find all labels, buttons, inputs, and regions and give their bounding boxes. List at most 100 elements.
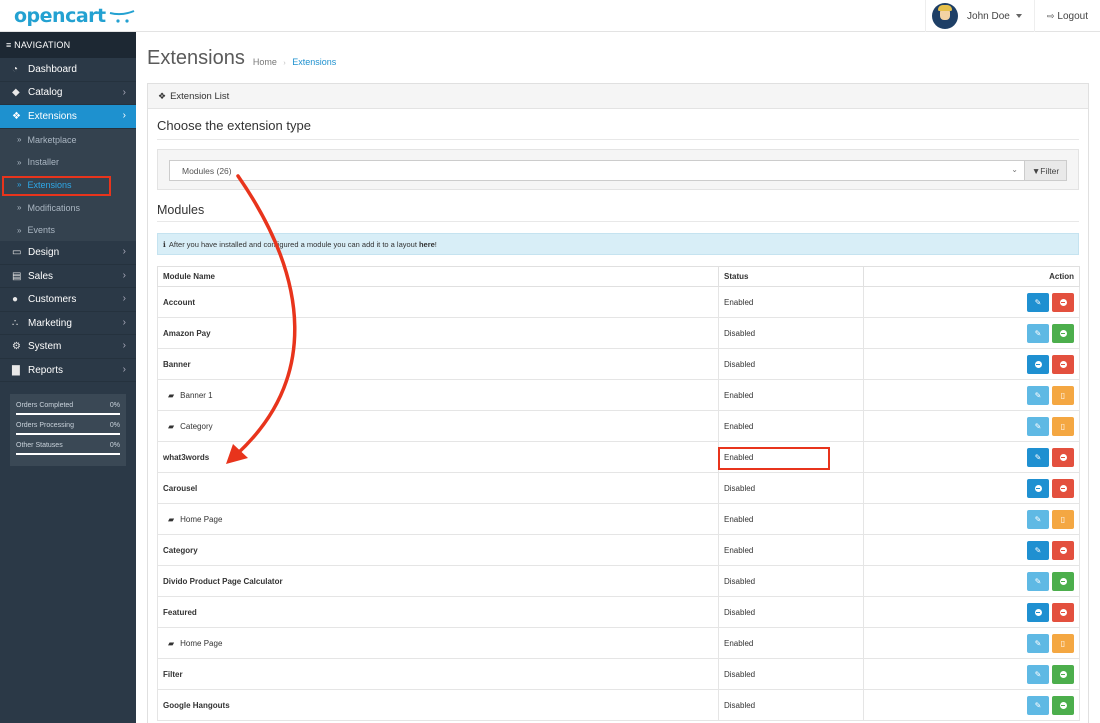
- edit-button[interactable]: ✎: [1027, 385, 1049, 405]
- folder-open-icon: ▰: [168, 390, 175, 400]
- breadcrumb-separator-icon: ›: [283, 60, 286, 67]
- delete-button[interactable]: ▯: [1052, 633, 1074, 653]
- modules-table: Module Name Status Action Account Enabled…: [157, 266, 1080, 721]
- sidebar-item-catalog[interactable]: ◆ Catalog ›: [0, 82, 136, 105]
- sidebar-item-reports[interactable]: ▇ Reports ›: [0, 359, 136, 383]
- uninstall-button[interactable]: [1052, 540, 1074, 560]
- puzzle-icon: ❖: [12, 110, 21, 122]
- edit-button[interactable]: ✎: [1027, 292, 1049, 312]
- column-header-module-name[interactable]: Module Name: [157, 266, 719, 287]
- alert-here-link[interactable]: here: [419, 240, 435, 249]
- edit-button[interactable]: ✎: [1027, 695, 1049, 715]
- install-button[interactable]: [1052, 571, 1074, 591]
- double-chevron-icon: »: [17, 157, 22, 167]
- chevron-right-icon: ›: [122, 340, 126, 352]
- highlight-box-sidebar-extensions: [2, 176, 111, 196]
- sidebar-item-dashboard[interactable]: ◔ Dashboard: [0, 58, 136, 82]
- add-module-button[interactable]: [1027, 602, 1049, 622]
- navigation-header[interactable]: ≡ NAVIGATION: [0, 32, 136, 58]
- delete-button[interactable]: ▯: [1052, 509, 1074, 529]
- main-content: Extensions Home › Extensions ❖ Extension…: [136, 32, 1100, 723]
- select-value: Modules (26): [182, 165, 232, 176]
- extension-list-panel: ❖ Extension List Choose the extension ty…: [147, 83, 1089, 723]
- folder-open-icon: ▰: [168, 421, 175, 431]
- module-action-cell: ✎ ▯: [863, 627, 1080, 659]
- uninstall-button[interactable]: [1052, 447, 1074, 467]
- trash-icon: ▯: [1060, 421, 1066, 431]
- opencart-logo[interactable]: opencart: [0, 0, 136, 32]
- page-title: Extensions: [147, 47, 245, 69]
- module-action-cell: ✎: [863, 317, 1080, 349]
- table-row: Category Enabled ✎: [157, 534, 1080, 566]
- submenu-item-marketplace[interactable]: » Marketplace: [0, 129, 136, 152]
- navigation-title: NAVIGATION: [14, 40, 71, 50]
- delete-button[interactable]: ▯: [1052, 385, 1074, 405]
- submenu-item-installer[interactable]: » Installer: [0, 151, 136, 174]
- share-icon: ∴: [12, 317, 19, 329]
- add-module-button[interactable]: [1027, 478, 1049, 498]
- breadcrumb-home[interactable]: Home: [253, 57, 277, 67]
- user-menu[interactable]: John Doe: [925, 0, 1034, 32]
- alert-end: !: [434, 239, 437, 249]
- extension-type-select[interactable]: Modules (26) ⌄: [169, 160, 1025, 181]
- edit-button[interactable]: ✎: [1027, 509, 1049, 529]
- module-name: Google Hangouts: [163, 700, 230, 710]
- edit-button[interactable]: ✎: [1027, 664, 1049, 684]
- install-button[interactable]: [1052, 323, 1074, 343]
- module-name-cell: ▰ Banner 1: [157, 379, 719, 411]
- logout-link[interactable]: ⇨ Logout: [1033, 0, 1100, 32]
- pencil-icon: ✎: [1034, 700, 1042, 710]
- delete-button[interactable]: ▯: [1052, 416, 1074, 436]
- edit-button[interactable]: ✎: [1027, 571, 1049, 591]
- desktop-icon: ▭: [12, 247, 22, 259]
- sidebar-item-label: Dashboard: [28, 63, 77, 75]
- sidebar-item-label: System: [28, 341, 62, 353]
- sidebar-item-sales[interactable]: ▤ Sales ›: [0, 265, 136, 289]
- install-button[interactable]: [1052, 664, 1074, 684]
- edit-button[interactable]: ✎: [1027, 323, 1049, 343]
- breadcrumb-extensions[interactable]: Extensions: [292, 57, 336, 67]
- submenu-item-modifications[interactable]: » Modifications: [0, 196, 136, 219]
- modules-heading: Modules: [157, 191, 1079, 222]
- trash-icon: ▯: [1060, 638, 1066, 648]
- table-header-row: Module Name Status Action: [157, 266, 1080, 287]
- edit-button[interactable]: ✎: [1027, 540, 1049, 560]
- sidebar-item-label: Customers: [28, 294, 77, 306]
- filter-button[interactable]: ▼ Filter: [1025, 160, 1067, 181]
- module-name-cell: ▰ Home Page: [157, 503, 719, 535]
- panel-heading-label: Extension List: [170, 90, 230, 102]
- uninstall-button[interactable]: [1052, 354, 1074, 374]
- add-module-button[interactable]: [1027, 354, 1049, 374]
- install-button[interactable]: [1052, 695, 1074, 715]
- double-chevron-icon: »: [17, 135, 22, 145]
- uninstall-button[interactable]: [1052, 292, 1074, 312]
- uninstall-button[interactable]: [1052, 478, 1074, 498]
- module-status-cell: Disabled: [718, 596, 864, 628]
- page-header: Extensions Home › Extensions: [136, 32, 1100, 78]
- column-header-status[interactable]: Status: [718, 266, 864, 287]
- uninstall-button[interactable]: [1052, 602, 1074, 622]
- table-row: Filter Disabled ✎: [157, 658, 1080, 690]
- module-status-cell: Disabled: [718, 348, 864, 380]
- breadcrumb: Home › Extensions: [253, 57, 336, 67]
- module-name: Banner 1: [180, 390, 213, 400]
- sidebar-item-extensions[interactable]: ❖ Extensions ›: [0, 105, 136, 129]
- edit-button[interactable]: ✎: [1027, 416, 1049, 436]
- sidebar-item-customers[interactable]: ● Customers ›: [0, 288, 136, 312]
- submenu-item-events[interactable]: » Events: [0, 219, 136, 242]
- puzzle-icon: ❖: [158, 90, 167, 101]
- sidebar-item-system[interactable]: ⚙ System ›: [0, 335, 136, 359]
- edit-button[interactable]: ✎: [1027, 447, 1049, 467]
- stat-other-statuses: Other Statuses 0%: [16, 440, 120, 456]
- module-name-cell: Carousel: [157, 472, 719, 504]
- module-name-cell: Google Hangouts: [157, 689, 719, 721]
- edit-button[interactable]: ✎: [1027, 633, 1049, 653]
- module-action-cell: ✎: [863, 658, 1080, 690]
- sidebar-item-label: Extensions: [28, 110, 77, 122]
- sidebar-item-label: Marketing: [28, 317, 72, 329]
- sidebar-item-design[interactable]: ▭ Design ›: [0, 241, 136, 265]
- highlight-box-what3words-status: [718, 447, 830, 470]
- sidebar-item-marketing[interactable]: ∴ Marketing ›: [0, 312, 136, 336]
- sign-out-icon: ⇨: [1046, 10, 1055, 21]
- module-status-cell: Enabled: [718, 503, 864, 535]
